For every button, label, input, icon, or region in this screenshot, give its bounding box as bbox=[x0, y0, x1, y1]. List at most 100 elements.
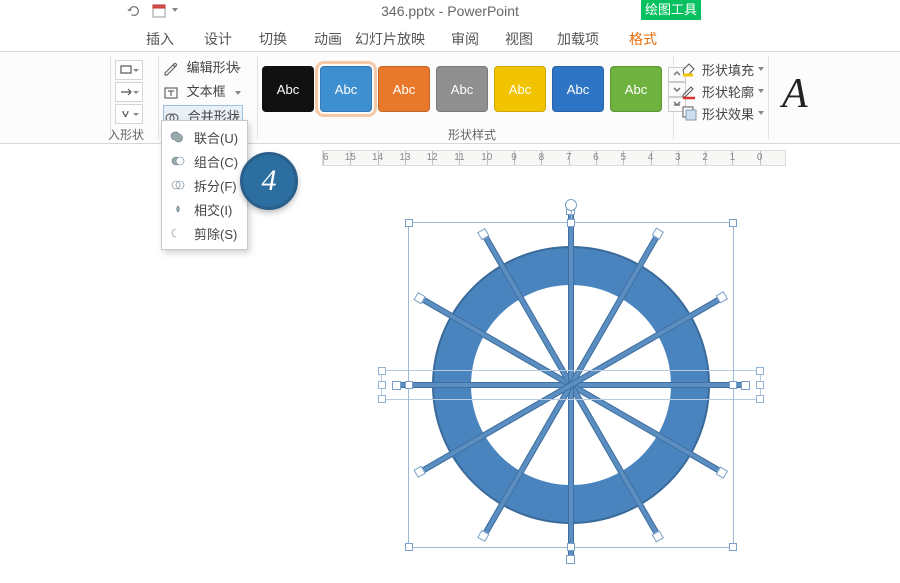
paint-bucket-icon bbox=[680, 60, 698, 78]
shape-style-swatch[interactable]: Abc bbox=[262, 66, 314, 112]
merge-union[interactable]: 联合(U) bbox=[162, 125, 247, 149]
ruler-label: 3 bbox=[675, 152, 681, 163]
shape-outline-label: 形状轮廓 bbox=[702, 82, 754, 101]
shapes-gallery-row1[interactable] bbox=[115, 60, 143, 80]
ruler-label: 14 bbox=[372, 152, 383, 163]
ruler-label: 1 bbox=[784, 152, 786, 163]
ruler-label: 12 bbox=[427, 152, 438, 163]
wordart-styles-icon[interactable]: A bbox=[782, 70, 808, 118]
shape-effects-button[interactable]: 形状效果 bbox=[680, 102, 764, 124]
tab-slideshow[interactable]: 幻灯片放映 bbox=[350, 26, 430, 52]
resize-handle[interactable] bbox=[405, 219, 413, 227]
resize-handle[interactable] bbox=[729, 219, 737, 227]
shapes-gallery-row2[interactable] bbox=[115, 82, 143, 102]
shape-style-swatch[interactable]: Abc bbox=[436, 66, 488, 112]
union-icon bbox=[170, 129, 186, 145]
text-box-button[interactable]: 文本框 bbox=[163, 81, 243, 105]
resize-handle[interactable] bbox=[567, 543, 575, 551]
ruler-label: 7 bbox=[566, 152, 572, 163]
tab-animation[interactable]: 动画 bbox=[303, 26, 353, 52]
tab-review[interactable]: 审阅 bbox=[440, 26, 490, 52]
ruler-label: 11 bbox=[454, 152, 464, 163]
intersect-icon bbox=[170, 201, 186, 217]
resize-handle[interactable] bbox=[405, 543, 413, 551]
tab-insert[interactable]: 插入 bbox=[135, 26, 185, 52]
tab-design[interactable]: 设计 bbox=[193, 26, 243, 52]
shape-fill-button[interactable]: 形状填充 bbox=[680, 58, 764, 80]
resize-handle[interactable] bbox=[729, 381, 737, 389]
selected-shapes-group[interactable] bbox=[412, 226, 730, 544]
chevron-down-icon bbox=[758, 89, 764, 93]
shape-effects-label: 形状效果 bbox=[702, 104, 754, 123]
resize-handle[interactable] bbox=[378, 395, 386, 403]
combine-icon bbox=[170, 153, 186, 169]
insert-shape-group-label: 入形状 bbox=[108, 126, 144, 143]
customize-qat-icon[interactable] bbox=[151, 3, 167, 19]
edit-shape-button[interactable]: 编辑形状 bbox=[163, 57, 243, 81]
qat-dropdown-icon[interactable] bbox=[172, 8, 178, 12]
ribbon-separator bbox=[768, 56, 769, 139]
shape-style-swatch[interactable]: Abc bbox=[320, 66, 372, 112]
resize-handle[interactable] bbox=[378, 367, 386, 375]
contextual-tab-drawing-tools: 绘图工具 bbox=[641, 0, 701, 20]
merge-combine[interactable]: 组合(C) bbox=[162, 149, 247, 173]
merge-fragment[interactable]: 拆分(F) bbox=[162, 173, 247, 197]
ruler-label: 15 bbox=[345, 152, 356, 163]
shape-style-swatch[interactable]: Abc bbox=[610, 66, 662, 112]
ruler-label: 5 bbox=[620, 152, 626, 163]
line-end-handle[interactable] bbox=[566, 555, 575, 564]
merge-intersect-label: 相交(I) bbox=[194, 200, 232, 219]
shape-style-swatch[interactable]: Abc bbox=[552, 66, 604, 112]
pen-outline-icon bbox=[680, 82, 698, 100]
merge-union-label: 联合(U) bbox=[194, 128, 238, 147]
chevron-down-icon bbox=[758, 111, 764, 115]
tab-addins[interactable]: 加载项 bbox=[548, 26, 608, 52]
ruler-label: 13 bbox=[399, 152, 410, 163]
ribbon: 入形状 编辑形状 文本框 合并形状 AbcAbcAbcAbcAbcAbcAbc … bbox=[0, 52, 900, 144]
undo-icon[interactable] bbox=[127, 4, 141, 21]
shape-fill-label: 形状填充 bbox=[702, 60, 754, 79]
ruler-label: 10 bbox=[481, 152, 492, 163]
shape-outline-button[interactable]: 形状轮廓 bbox=[680, 80, 764, 102]
ruler-label: 0 bbox=[757, 152, 763, 163]
ruler-label: 2 bbox=[702, 152, 708, 163]
ribbon-tabs: 插入 设计 切换 动画 幻灯片放映 审阅 视图 加载项 格式 bbox=[0, 22, 900, 52]
ruler-label: 1 bbox=[730, 152, 736, 163]
annotation-step-badge: 4 bbox=[240, 152, 298, 210]
shape-style-swatch[interactable]: Abc bbox=[378, 66, 430, 112]
tab-transition[interactable]: 切换 bbox=[248, 26, 298, 52]
merge-subtract[interactable]: 剪除(S) bbox=[162, 221, 247, 245]
shape-styles-group-label: 形状样式 bbox=[262, 126, 682, 143]
resize-handle[interactable] bbox=[756, 381, 764, 389]
ruler-label: 4 bbox=[648, 152, 654, 163]
resize-handle[interactable] bbox=[567, 219, 575, 227]
fragment-icon bbox=[170, 177, 186, 193]
merge-intersect[interactable]: 相交(I) bbox=[162, 197, 247, 221]
shape-formatting-group: 形状填充 形状轮廓 形状效果 bbox=[680, 58, 764, 124]
merge-fragment-label: 拆分(F) bbox=[194, 176, 237, 195]
tab-format[interactable]: 格式 bbox=[618, 26, 668, 52]
ruler-label: 8 bbox=[539, 152, 545, 163]
ribbon-separator bbox=[257, 56, 258, 139]
horizontal-ruler: 1615141312111098765432101 bbox=[322, 150, 786, 166]
resize-handle[interactable] bbox=[756, 395, 764, 403]
group-selection-box bbox=[408, 222, 734, 548]
resize-handle[interactable] bbox=[378, 381, 386, 389]
merge-shapes-menu: 联合(U) 组合(C) 拆分(F) 相交(I) 剪除(S) bbox=[161, 120, 248, 250]
edit-shape-label: 编辑形状 bbox=[187, 60, 239, 75]
merge-subtract-label: 剪除(S) bbox=[194, 224, 237, 243]
ruler-label: 16 bbox=[322, 152, 329, 163]
chevron-down-icon bbox=[235, 91, 241, 95]
resize-handle[interactable] bbox=[729, 543, 737, 551]
subtract-icon bbox=[170, 225, 186, 241]
text-box-label: 文本框 bbox=[187, 84, 226, 99]
resize-handle[interactable] bbox=[756, 367, 764, 375]
rotation-handle[interactable] bbox=[565, 199, 577, 211]
shape-style-swatch[interactable]: Abc bbox=[494, 66, 546, 112]
resize-handle[interactable] bbox=[405, 381, 413, 389]
slide-canvas[interactable] bbox=[322, 170, 900, 583]
shapes-gallery-row3[interactable] bbox=[115, 104, 143, 124]
tab-view[interactable]: 视图 bbox=[494, 26, 544, 52]
ruler-label: 9 bbox=[511, 152, 517, 163]
title-bar: 346.pptx - PowerPoint 绘图工具 bbox=[0, 0, 900, 22]
